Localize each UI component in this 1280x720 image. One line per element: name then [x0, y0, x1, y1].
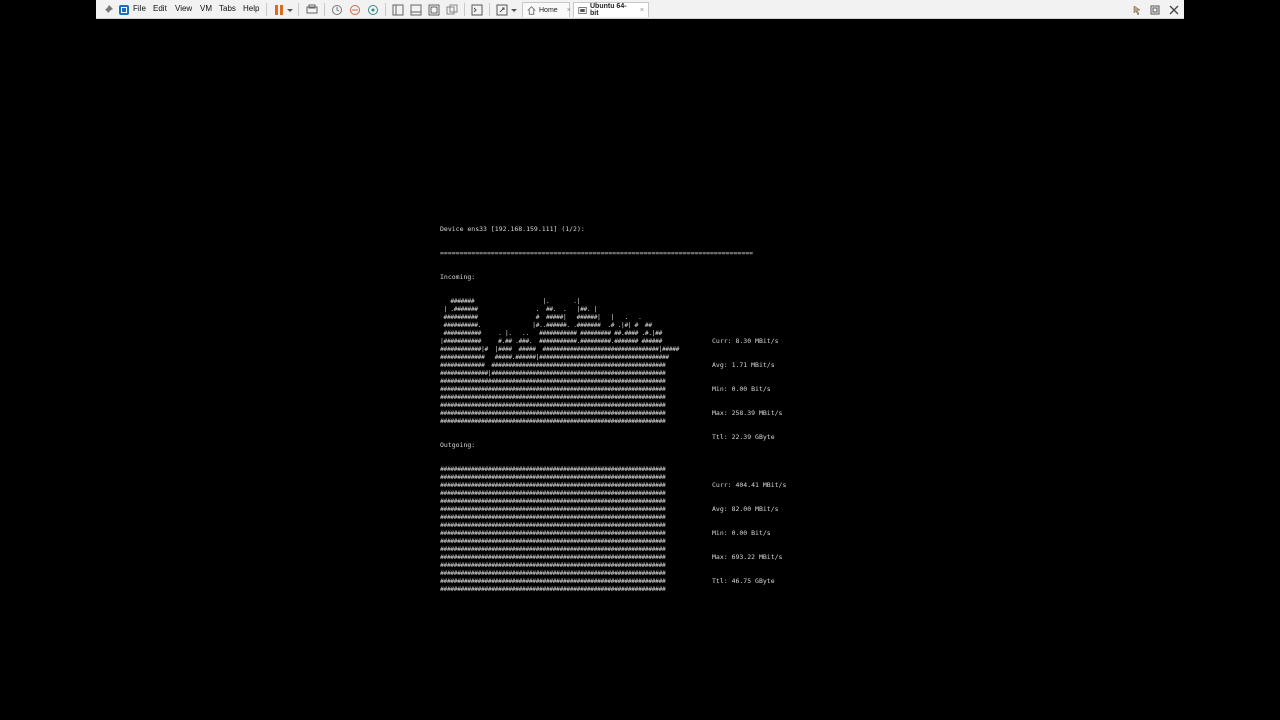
outgoing-curr: Curr: 404.41 MBit/s — [712, 481, 787, 489]
console-icon[interactable] — [469, 0, 485, 19]
tab-ubuntu-64-bit[interactable]: Ubuntu 64-bit × — [573, 2, 649, 17]
outgoing-label: Outgoing: — [440, 441, 476, 449]
outgoing-min: Min: 0.00 Bit/s — [712, 529, 771, 537]
restore-window-icon[interactable] — [1147, 0, 1163, 19]
incoming-ttl: Ttl: 22.39 GByte — [712, 433, 775, 441]
toolbar-separator — [324, 3, 325, 16]
incoming-min: Min: 0.00 Bit/s — [712, 385, 771, 393]
tab-home[interactable]: Home × — [522, 2, 571, 17]
menu-file[interactable]: File — [133, 4, 146, 13]
outgoing-stats: Curr: 404.41 MBit/s Avg: 82.00 MBit/s Mi… — [712, 465, 786, 593]
thumbnail-bar-icon[interactable] — [408, 0, 424, 19]
show-library-icon[interactable] — [390, 0, 406, 19]
menu-tabs[interactable]: Tabs — [219, 4, 236, 13]
outgoing-max: Max: 693.22 MBit/s — [712, 553, 783, 561]
send-ctrl-alt-del-icon[interactable] — [304, 0, 320, 19]
toolbar-separator — [385, 3, 386, 16]
vm-icon — [578, 6, 587, 15]
menu-help[interactable]: Help — [243, 4, 259, 13]
full-screen-icon[interactable] — [426, 0, 442, 19]
close-icon[interactable] — [1166, 0, 1182, 19]
snapshot-icon[interactable] — [329, 0, 345, 19]
tab-home-label: Home — [539, 6, 558, 14]
menu-view[interactable]: View — [175, 4, 192, 13]
separator-line: ========================================… — [440, 249, 754, 257]
incoming-graph: ####### |. .| | .####### . ##. . |##. | … — [440, 297, 679, 425]
incoming-max: Max: 258.39 MBit/s — [712, 409, 783, 417]
toolbar-separator — [298, 3, 299, 16]
incoming-avg: Avg: 1.71 MBit/s — [712, 361, 775, 369]
tab-ubuntu-label: Ubuntu 64-bit — [590, 3, 627, 17]
outgoing-ttl: Ttl: 46.75 GByte — [712, 577, 775, 585]
incoming-label: Incoming: — [440, 273, 476, 281]
close-tab-icon[interactable]: × — [567, 7, 571, 14]
close-tab-icon[interactable]: × — [640, 7, 644, 14]
snapshot-manager-icon[interactable] — [365, 0, 381, 19]
unity-icon[interactable] — [444, 0, 460, 19]
guest-cursor-icon[interactable] — [1129, 0, 1145, 19]
incoming-curr: Curr: 8.30 MBit/s — [712, 337, 779, 345]
outgoing-avg: Avg: 82.00 MBit/s — [712, 505, 779, 513]
outgoing-graph: ########################################… — [440, 465, 666, 593]
vmware-toolbar: File Edit View VM Tabs Help Home × Ubunt… — [96, 0, 1184, 19]
menu-vm[interactable]: VM — [200, 4, 212, 13]
pause-icon[interactable] — [271, 0, 287, 19]
toolbar-separator — [489, 3, 490, 16]
stretch-dropdown-icon[interactable] — [510, 0, 518, 19]
home-icon — [527, 5, 536, 15]
revert-snapshot-icon[interactable] — [347, 0, 363, 19]
vmware-logo-icon[interactable] — [116, 0, 132, 19]
incoming-stats: Curr: 8.30 MBit/s Avg: 1.71 MBit/s Min: … — [712, 321, 782, 449]
toolbar-separator — [266, 3, 267, 16]
pin-icon[interactable] — [100, 0, 116, 19]
device-header: Device ens33 [192.168.159.111] (1/2): — [440, 225, 585, 233]
toolbar-separator — [464, 3, 465, 16]
nload-terminal: Device ens33 [192.168.159.111] (1/2): ==… — [440, 209, 753, 601]
stretch-guest-icon[interactable] — [494, 0, 510, 19]
menu-edit[interactable]: Edit — [153, 4, 167, 13]
power-dropdown-icon[interactable] — [286, 0, 294, 19]
